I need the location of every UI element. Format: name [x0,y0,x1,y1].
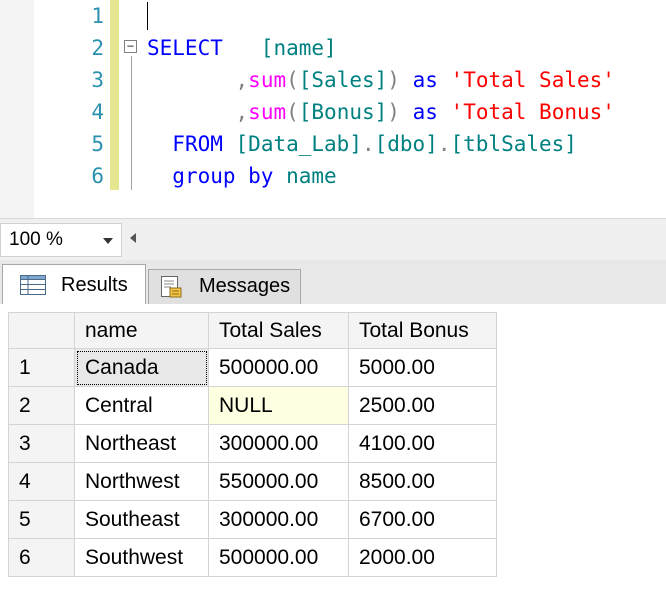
grid-cell[interactable]: Northeast [74,424,209,463]
grid-icon [20,275,46,295]
code-line-6[interactable]: 6 group by name [0,160,666,192]
grid-cell[interactable]: Central [74,386,209,425]
code-line-3[interactable]: 3 ,sum([Sales]) as 'Total Sales' [0,64,666,96]
sum-function: sum [248,68,287,92]
select-keyword: SELECT [147,36,223,60]
results-grid: name Total Sales Total Bonus 1 Canada 50… [8,312,497,577]
code-line-1[interactable]: 1 [0,0,666,32]
line-number: 6 [91,164,104,188]
tab-label: Results [61,274,128,296]
as-keyword: as [412,68,438,92]
grid-cell[interactable]: 6700.00 [348,500,497,539]
editor-status-bar: 100 % [0,218,666,261]
row-number[interactable]: 1 [8,348,75,387]
row-number[interactable]: 4 [8,462,75,501]
grid-cell[interactable]: 2000.00 [348,538,497,577]
alias-string: 'Total Sales' [450,68,615,92]
line-number: 1 [91,4,104,28]
grid-cell[interactable]: 500000.00 [208,538,349,577]
group-column: name [286,164,337,188]
grid-cell[interactable]: 8500.00 [348,462,497,501]
grid-cell[interactable]: 300000.00 [208,424,349,463]
line-number: 2 [91,36,104,60]
chevron-down-icon[interactable] [103,238,113,244]
table-row[interactable]: 4 Northwest 550000.00 8500.00 [8,462,497,501]
table-row[interactable]: 3 Northeast 300000.00 4100.00 [8,424,497,463]
schema-name: [dbo] [374,132,438,156]
scroll-left-icon[interactable] [130,233,136,243]
line-number: 3 [91,68,104,92]
grid-corner[interactable] [8,312,75,349]
tab-results[interactable]: Results [2,264,146,305]
sum-function: sum [248,100,287,124]
grid-cell[interactable]: Canada [74,348,209,387]
row-number[interactable]: 3 [8,424,75,463]
grid-cell[interactable]: NULL [208,386,349,425]
code-line-5[interactable]: 5 FROM [Data_Lab].[dbo].[tblSales] [0,128,666,160]
query-editor[interactable]: − 1 2 SELECT [name] 3 ,sum([Sales]) as '… [0,0,666,218]
grid-cell[interactable]: 2500.00 [348,386,497,425]
code-line-2[interactable]: 2 SELECT [name] [0,32,666,64]
column-header[interactable]: Total Sales [208,312,349,349]
zoom-value: 100 % [9,229,63,250]
line-number: 4 [91,100,104,124]
tab-label: Messages [199,275,291,297]
from-keyword: FROM [172,132,223,156]
code-line-4[interactable]: 4 ,sum([Bonus]) as 'Total Bonus' [0,96,666,128]
line-number: 5 [91,132,104,156]
grid-cell[interactable]: 5000.00 [348,348,497,387]
column-name: [name] [260,36,337,60]
column-header[interactable]: name [74,312,209,349]
table-row[interactable]: 2 Central NULL 2500.00 [8,386,497,425]
zoom-dropdown[interactable]: 100 % [0,223,122,257]
grid-cell[interactable]: 500000.00 [208,348,349,387]
table-row[interactable]: 1 Canada 500000.00 5000.00 [8,348,497,387]
grid-cell[interactable]: Southwest [74,538,209,577]
results-tab-strip: Results Messages [0,260,666,305]
messages-icon [161,276,182,298]
table-row[interactable]: 6 Southwest 500000.00 2000.00 [8,538,497,577]
database-name: [Data_Lab] [235,132,362,156]
alias-string: 'Total Bonus' [450,100,615,124]
text-caret [147,2,148,30]
grid-cell[interactable]: 300000.00 [208,500,349,539]
column-bonus: [Bonus] [298,100,388,124]
column-sales: [Sales] [298,68,388,92]
row-number[interactable]: 5 [8,500,75,539]
results-pane: name Total Sales Total Bonus 1 Canada 50… [0,304,666,590]
grid-cell[interactable]: Southeast [74,500,209,539]
group-by-keyword: group by [172,164,274,188]
grid-cell[interactable]: Northwest [74,462,209,501]
row-number[interactable]: 6 [8,538,75,577]
column-header[interactable]: Total Bonus [348,312,497,349]
row-number[interactable]: 2 [8,386,75,425]
grid-header-row: name Total Sales Total Bonus [8,312,497,349]
table-row[interactable]: 5 Southeast 300000.00 6700.00 [8,500,497,539]
table-name: [tblSales] [450,132,577,156]
tab-messages[interactable]: Messages [148,269,301,304]
grid-cell[interactable]: 550000.00 [208,462,349,501]
as-keyword: as [412,100,438,124]
grid-cell[interactable]: 4100.00 [348,424,497,463]
